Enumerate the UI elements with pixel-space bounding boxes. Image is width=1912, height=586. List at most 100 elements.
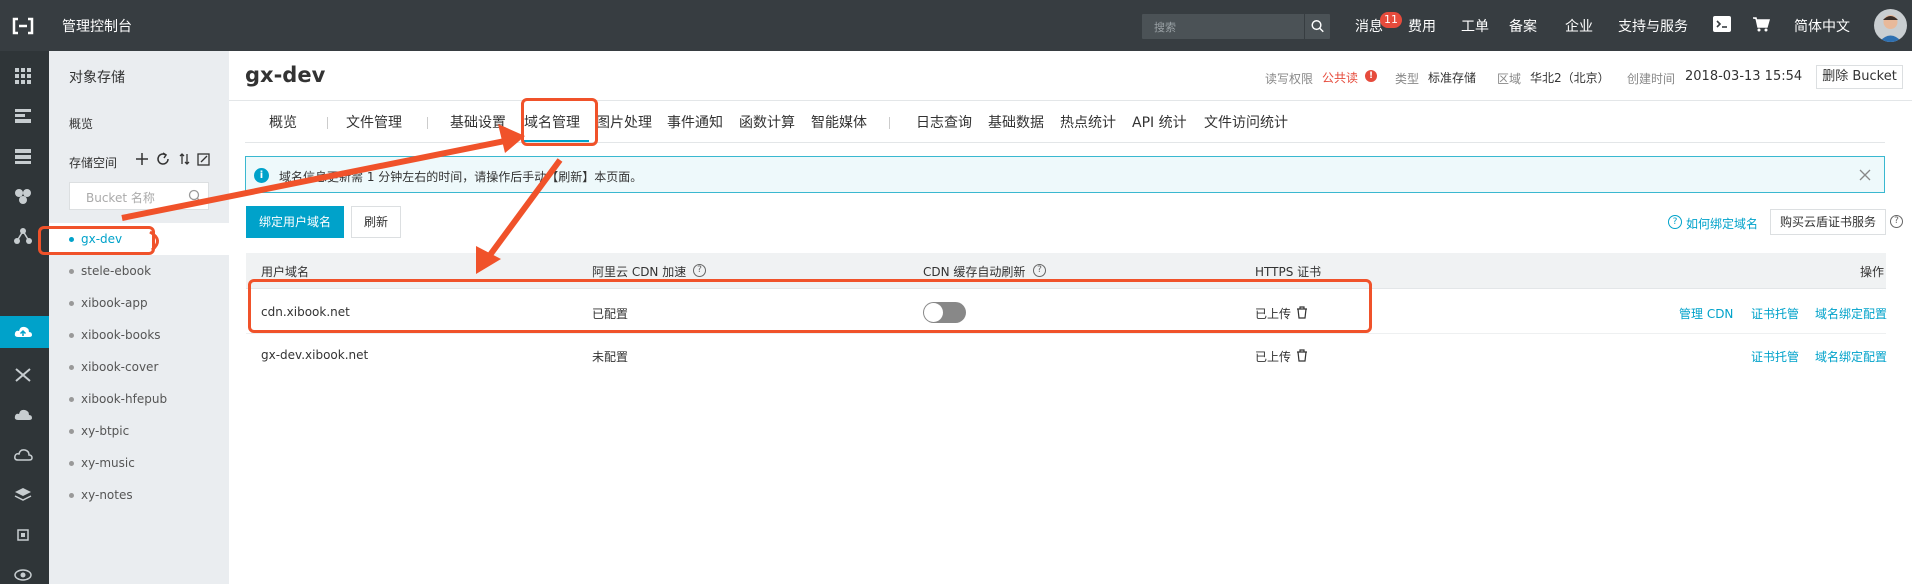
trash-icon[interactable] [1296,349,1308,362]
tab-api-stats[interactable]: API 统计 [1132,112,1187,132]
nav-billing[interactable]: 费用 [1408,16,1436,36]
layers-icon[interactable] [12,484,34,506]
annotation-box-bucket [38,226,155,255]
bucket-tools [136,152,210,166]
region-label: 区域 [1497,72,1522,86]
cluster-icon[interactable] [12,185,34,207]
acl-value: 公共读 [1322,71,1359,85]
global-search[interactable]: 搜索 [1142,14,1330,39]
cert-hosting-link[interactable]: 证书托管 [1751,305,1799,322]
messages-link[interactable]: 消息 [1355,16,1383,36]
tab-divider [427,117,428,129]
tab-logs[interactable]: 日志查询 [916,112,972,132]
tab-basic-data[interactable]: 基础数据 [988,112,1044,132]
sidebar-item-overview[interactable]: 概览 [69,115,93,132]
avatar-face-icon [1879,15,1902,42]
tab-basic-settings[interactable]: 基础设置 [450,112,506,132]
bucket-header: gx-dev 读写权限 公共读 ! 类型 标准存储 区域 华北2（北京） 创建时… [229,51,1912,101]
bucket-label: xy-notes [81,488,133,502]
search-input[interactable]: 搜索 [1154,19,1176,35]
cloud-outline-icon[interactable] [12,444,34,466]
created-value: 2018-03-13 15:54 [1685,69,1803,84]
column-domain: 用户域名 [261,265,310,279]
info-icon: i [254,168,269,183]
column-cdn: 阿里云 CDN 加速 [592,265,687,279]
bucket-label: stele-ebook [81,264,152,278]
search-icon[interactable] [1304,14,1330,39]
delete-bucket-button[interactable]: 删除 Bucket [1816,65,1903,89]
manage-cdn-link[interactable]: 管理 CDN [1679,305,1733,322]
how-to-bind-link[interactable]: 如何绑定域名 [1686,215,1758,232]
buy-certificate-button[interactable]: 购买云盾证书服务 [1770,209,1886,235]
refresh-button[interactable]: 刷新 [351,206,401,238]
annotation-box-tab [521,98,598,146]
bucket-label: xibook-books [81,328,161,342]
bucket-item[interactable]: xibook-books [49,319,229,351]
bucket-item[interactable]: xibook-cover [49,351,229,383]
cloud-icon[interactable] [12,404,34,426]
bucket-dot-icon [69,365,74,370]
bucket-dot-icon [69,429,74,434]
cart-icon[interactable] [1752,16,1770,32]
server-icon[interactable] [12,145,34,167]
bind-domain-button[interactable]: 绑定用户域名 [246,206,344,238]
oss-cloud-icon[interactable] [12,321,34,343]
info-notice: i 域名信息更新需 1 分钟左右的时间，请操作后手动【刷新】本页面。 [245,156,1885,193]
tab-events[interactable]: 事件通知 [667,112,723,132]
sidebar-title: 对象存储 [69,70,125,86]
bucket-label: xy-music [81,456,135,470]
cert-hosting-link[interactable]: 证书托管 [1751,348,1799,365]
terminal-icon[interactable] [1713,16,1731,32]
question-icon[interactable]: ? [693,264,706,277]
type-value: 标准存储 [1428,71,1477,85]
nav-tickets[interactable]: 工单 [1461,16,1489,36]
dashboard-icon[interactable] [12,105,34,127]
bucket-item[interactable]: xibook-app [49,287,229,319]
domain-config-link[interactable]: 域名绑定配置 [1815,305,1887,322]
shuffle-icon[interactable] [12,364,34,386]
sort-icon[interactable] [179,153,190,165]
bucket-item[interactable]: stele-ebook [49,255,229,287]
acl-label: 读写权限 [1265,72,1314,86]
annotation-box-row [248,279,1372,333]
tab-media[interactable]: 智能媒体 [811,112,867,132]
bucket-item[interactable]: xibook-hfepub [49,383,229,415]
tab-functions[interactable]: 函数计算 [739,112,795,132]
search-icon[interactable] [188,189,202,203]
bucket-item[interactable]: xy-notes [49,479,229,511]
add-bucket-icon[interactable] [136,153,148,165]
bucket-label: xy-btpic [81,424,130,438]
tab-image-processing[interactable]: 图片处理 [596,112,652,132]
region-value: 华北2（北京） [1530,71,1610,85]
nav-icp[interactable]: 备案 [1509,16,1537,36]
domain-config-link[interactable]: 域名绑定配置 [1815,348,1887,365]
bucket-item[interactable]: xy-btpic [49,415,229,447]
language-switch[interactable]: 简体中文 [1794,16,1850,36]
edit-icon[interactable] [197,153,210,166]
nav-enterprise[interactable]: 企业 [1565,16,1593,36]
tab-hotspot[interactable]: 热点统计 [1060,112,1116,132]
aliyun-logo-icon[interactable] [10,13,36,39]
bucket-search-input[interactable]: Bucket 名称 [69,182,209,210]
eye-icon[interactable] [12,564,34,586]
warning-icon[interactable]: ! [1365,70,1377,82]
network-icon[interactable] [12,225,34,247]
help-icon[interactable]: ? [1668,215,1682,229]
bucket-item[interactable]: xy-music [49,447,229,479]
table-row: gx-dev.xibook.net 未配置 已上传 证书托管 域名绑定配置 [246,334,1887,377]
user-avatar[interactable] [1874,9,1907,42]
chip-icon[interactable] [12,524,34,546]
cdn-cell: 未配置 [592,350,629,364]
products-grid-icon[interactable] [12,65,34,87]
oss-sidebar: 对象存储 概览 存储空间 Bucket 名称 gx-dev stele-eboo… [49,51,229,584]
question-icon[interactable]: ? [1033,264,1046,277]
tab-overview[interactable]: 概览 [269,112,297,132]
console-title[interactable]: 管理控制台 [62,16,132,36]
nav-support[interactable]: 支持与服务 [1618,16,1688,36]
bucket-dot-icon [69,461,74,466]
tab-files[interactable]: 文件管理 [346,112,402,132]
question-icon[interactable]: ? [1890,215,1903,228]
close-icon[interactable] [1858,168,1872,182]
tab-file-access[interactable]: 文件访问统计 [1204,112,1288,132]
refresh-icon[interactable] [157,152,169,165]
